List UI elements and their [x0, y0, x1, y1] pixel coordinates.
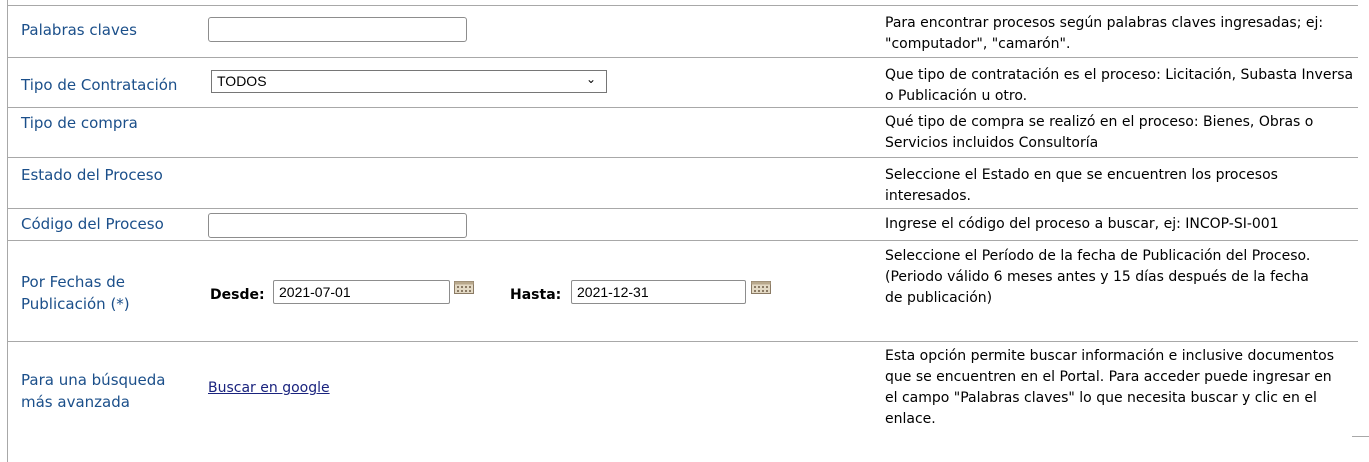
process-code-input[interactable] [208, 213, 467, 238]
chevron-down-icon: ⌄ [585, 72, 596, 86]
publication-dates-label: Por Fechas de Publicación (*) [21, 273, 130, 313]
date-from-value: 2021-07-01 [279, 284, 351, 300]
publication-dates-note: (Periodo válido 6 meses antes y 15 días … [885, 269, 1309, 306]
keywords-label: Palabras claves [21, 21, 137, 39]
contract-type-description: Que tipo de contratación es el proceso: … [885, 67, 1354, 104]
process-state-label: Estado del Proceso [21, 166, 163, 184]
row-contract-type: Tipo de Contratación TODOS ⌄ Que tipo de… [8, 57, 1358, 108]
row-process-state: Estado del Proceso Seleccione el Estado … [8, 157, 1358, 208]
row-advanced-search: Para una búsqueda más avanzada Buscar en… [8, 341, 1358, 442]
date-to-label: Hasta: [510, 287, 562, 303]
advanced-search-label: Para una búsqueda más avanzada [21, 371, 166, 411]
process-state-description: Seleccione el Estado en que se encuentre… [885, 167, 1278, 204]
keywords-input[interactable] [208, 17, 467, 42]
date-to-input[interactable]: 2021-12-31 [571, 280, 746, 304]
publication-dates-description-text: Seleccione el Período de la fecha de Pub… [885, 248, 1311, 264]
purchase-type-label: Tipo de compra [21, 114, 138, 132]
process-code-description: Ingrese el código del proceso a buscar, … [885, 216, 1279, 232]
date-from-label: Desde: [210, 287, 265, 303]
calendar-icon[interactable] [454, 281, 474, 294]
contract-type-label: Tipo de Contratación [21, 76, 178, 94]
row-publication-dates: Por Fechas de Publicación (*) Desde: 202… [8, 240, 1358, 336]
purchase-type-description: Qué tipo de compra se realizó en el proc… [885, 114, 1314, 151]
advanced-search-description: Esta opción permite buscar información e… [885, 348, 1334, 427]
date-to-value: 2021-12-31 [577, 284, 649, 300]
contract-type-selected: TODOS [217, 73, 267, 89]
row-process-code: Código del Proceso Ingrese el código del… [8, 208, 1358, 240]
row-purchase-type: Tipo de compra Qué tipo de compra se rea… [8, 107, 1358, 158]
date-from-input[interactable]: 2021-07-01 [273, 280, 450, 304]
calendar-icon[interactable] [751, 281, 771, 294]
row-keywords: Palabras claves Para encontrar procesos … [8, 5, 1358, 58]
contract-type-select[interactable]: TODOS ⌄ [211, 70, 607, 93]
publication-dates-description: Seleccione el Período de la fecha de Pub… [885, 246, 1325, 309]
process-code-label: Código del Proceso [21, 215, 164, 233]
google-search-link[interactable]: Buscar en google [208, 380, 330, 396]
keywords-description: Para encontrar procesos según palabras c… [885, 15, 1324, 52]
table-edge-divider [1352, 436, 1369, 437]
